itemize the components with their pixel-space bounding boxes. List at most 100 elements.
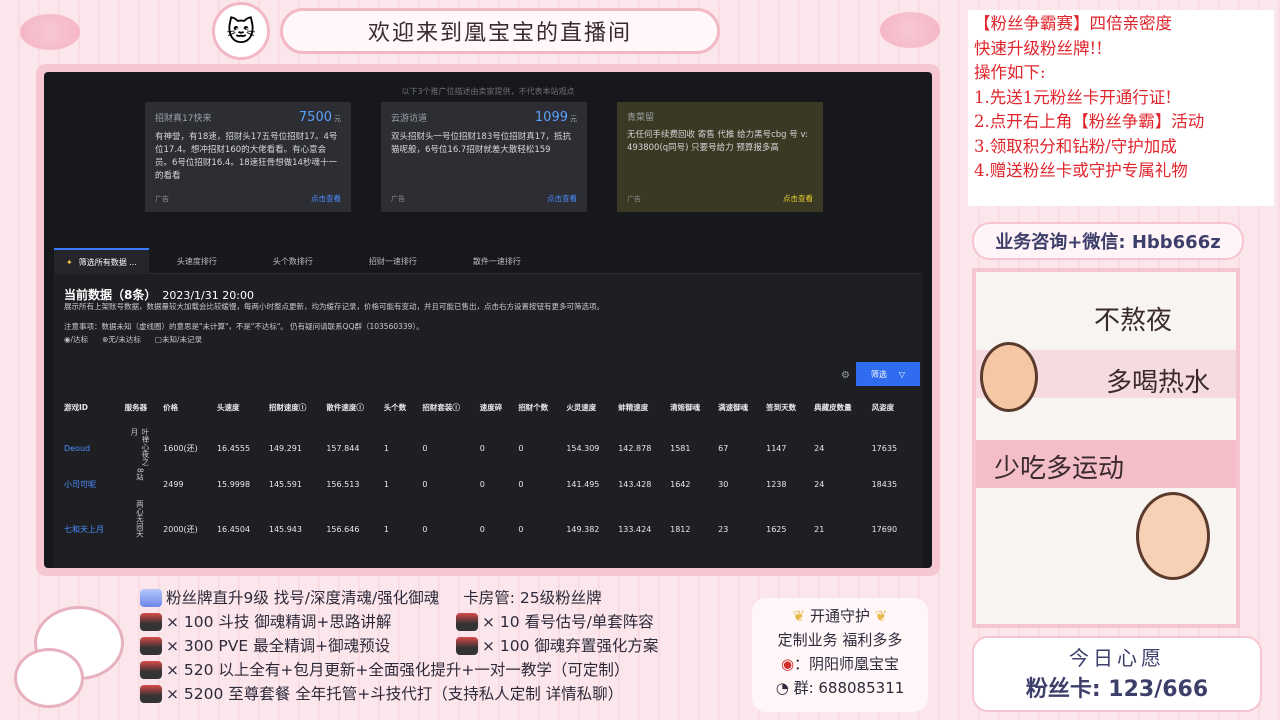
cell: 133.424: [618, 524, 652, 534]
notice-text: 注意事项：数据未知（虚线圈）的意思是"未计算"，不是"不达标"。 仍有疑问请联系…: [64, 322, 424, 331]
promo-line: 操作如下:: [974, 63, 1046, 82]
column-header[interactable]: 签到天数: [762, 386, 810, 428]
column-header[interactable]: 蚌精速度: [614, 386, 666, 428]
mascot: [4, 596, 140, 714]
welcome-banner: 欢迎来到凰宝宝的直播间: [280, 8, 720, 54]
column-header[interactable]: 头个数: [380, 386, 419, 428]
ad-tag: 广告: [627, 195, 641, 203]
ad-tag: 广告: [155, 195, 169, 203]
guard-qq: ◔ 群: 688085311: [775, 679, 905, 697]
ad-card[interactable]: 招财真17快来 7500 元 有神誉，有18速，招财头17五号位招财17。4号位1…: [145, 102, 351, 212]
promo-line: 4.赠送粉丝卡或守护专属礼物: [974, 161, 1188, 180]
doll-illustration: [1136, 492, 1210, 580]
gear-icon[interactable]: ⚙: [841, 370, 850, 381]
account-id[interactable]: 七和天上月: [60, 500, 121, 558]
cell: 21: [814, 524, 825, 534]
avatar: 🐱: [212, 2, 270, 60]
column-header[interactable]: 服务器: [121, 386, 160, 428]
service-row: × 100 斗技 御魂精调+思路讲解 × 10 看号估号/单套阵容: [140, 610, 698, 634]
cell: 143.428: [618, 479, 652, 489]
decor-photo: 不熬夜 多喝热水 少吃多运动: [972, 268, 1240, 628]
cell: 1: [383, 479, 389, 489]
bow-decoration: [880, 12, 940, 48]
daily-wish: 今日心愿 粉丝卡: 123/666: [972, 636, 1262, 712]
table-row[interactable]: Deoud 叶禅心夜之月 1600(还) 16.4555 149.291 157…: [60, 428, 910, 468]
gift-icon: [140, 685, 162, 703]
gift-icon: [140, 613, 162, 631]
service-text: 卡房管: 25级粉丝牌: [463, 589, 602, 607]
photo-text: 多喝热水: [1106, 368, 1211, 398]
column-header[interactable]: 满速御魂: [714, 386, 762, 428]
ad-price: 1099 元: [534, 110, 577, 125]
gift-icon: [456, 637, 478, 655]
game-window-frame: 以下3个推广位描述由卖家提供，不代表本站观点 招财真17快来 7500 元 有神誉…: [36, 64, 940, 576]
cell: 145.943: [268, 524, 302, 534]
ad-text: 双头招财头一号位招财183号位招财真17，抵抗猫呢般，6号位16.7招财就差大散…: [391, 132, 572, 155]
column-header[interactable]: 游戏ID: [60, 386, 121, 428]
service-row: × 5200 至尊套餐 全年托管+斗技代打（支持私人定制 详情私聊）: [140, 682, 698, 706]
table-row[interactable]: 七和天上月 两心无间天 2000(还) 16.4504 145.943 156.…: [60, 500, 910, 558]
service-text: × 10 看号估号/单套阵容: [482, 613, 654, 631]
column-header[interactable]: 散件速度ⓘ: [322, 386, 379, 428]
ad-text: 有神誉，有18速，招财头17五号位招财17。4号位17.4。想冲招财160的大佬…: [155, 132, 338, 181]
cell: 67: [718, 443, 729, 453]
tab-sanjian-speed[interactable]: 散件一速排行: [445, 248, 549, 274]
column-header[interactable]: 风姿度: [868, 386, 910, 428]
price: 2499: [163, 479, 184, 489]
services-list: 粉丝牌直升9级 找号/深度清魂/强化御魂 卡房管: 25级粉丝牌 × 100 斗…: [140, 586, 698, 714]
tab-head-count[interactable]: 头个数排行: [245, 248, 341, 274]
guard-weibo: ◉：阴阳师凰宝宝: [780, 655, 900, 673]
ad-name: 招财真17快来: [155, 114, 212, 124]
game-window: 以下3个推广位描述由卖家提供，不代表本站观点 招财真17快来 7500 元 有神誉…: [44, 72, 932, 568]
ad-view-link[interactable]: 点击查看: [311, 193, 341, 204]
column-header[interactable]: 清姬御魂: [666, 386, 714, 428]
table-row[interactable]: 小司可呢 8站 2499 15.9998 145.591 156.513 1 0…: [60, 468, 910, 500]
column-header[interactable]: 典藏皮数量: [810, 386, 867, 428]
cell: 0: [518, 479, 524, 489]
ad-card[interactable]: 云游访道 1099 元 双头招财头一号位招财183号位招财真17，抵抗猫呢般，6号…: [381, 102, 587, 212]
promo-line: 3.领取积分和钻粉/守护加成: [974, 136, 1177, 156]
cell: 0: [518, 524, 524, 534]
cell: 15.9998: [216, 479, 251, 489]
business-contact: 业务咨询+微信: Hbb666z: [972, 222, 1244, 260]
column-header[interactable]: 价格: [159, 386, 213, 428]
service-text: × 5200 至尊套餐 全年托管+斗技代打（支持私人定制 详情私聊）: [166, 685, 624, 703]
cell: 1625: [766, 524, 787, 534]
column-header[interactable]: 招财个数: [514, 386, 562, 428]
service-text: × 100 斗技 御魂精调+思路讲解: [166, 613, 392, 631]
cell: 17690: [871, 524, 898, 534]
column-header[interactable]: 火灵速度: [562, 386, 614, 428]
price: 2000(还): [163, 524, 198, 534]
legend: ◉/达标 ⊗无/未达标 ▢未知/未记录: [64, 334, 202, 345]
ad-card[interactable]: 青菜留 无任何手续费回收 寄售 代推 给力黑号cbg 号 v: 493800(q…: [617, 102, 823, 212]
ad-view-link[interactable]: 点击查看: [547, 193, 577, 204]
cell: 149.382: [566, 524, 600, 534]
ad-notice: 以下3个推广位描述由卖家提供，不代表本站观点: [401, 87, 575, 96]
wish-title: 今日心愿: [1069, 646, 1165, 670]
service-text: × 100 御魂弃置强化方案: [482, 637, 659, 655]
column-header[interactable]: 头速度: [213, 386, 265, 428]
ad-price: 7500 元: [298, 110, 341, 125]
account-id[interactable]: Deoud: [60, 428, 121, 468]
service-text: × 300 PVE 最全精调+御魂预设: [166, 637, 391, 655]
funnel-icon: ▽: [898, 369, 906, 379]
service-text: 粉丝牌直升9级 找号/深度清魂/强化御魂: [166, 589, 440, 607]
column-header[interactable]: 速度碎: [476, 386, 515, 428]
gift-icon: [140, 661, 162, 679]
cell: 0: [422, 479, 428, 489]
account-id[interactable]: 小司可呢: [60, 468, 121, 500]
cell: 1642: [670, 479, 691, 489]
badge-icon: [140, 589, 162, 607]
column-header[interactable]: 招财套装ⓘ: [418, 386, 475, 428]
cell: 1812: [670, 524, 691, 534]
filter-button[interactable]: 筛选 ▽: [856, 362, 920, 386]
legend-unknown: ▢未知/未记录: [154, 335, 203, 344]
tab-head-speed[interactable]: 头速度排行: [149, 248, 245, 274]
column-header[interactable]: 招财速度ⓘ: [265, 386, 322, 428]
data-panel: 当前数据（8条） 2023/1/31 20:00 展示所有上架账号数据，数据量较大…: [54, 274, 922, 568]
tab-all-data[interactable]: ✦ 筛选所有数据 ...: [54, 248, 149, 274]
cell: 24: [814, 443, 825, 453]
ad-view-link[interactable]: 点击查看: [783, 193, 813, 204]
fan-contest-promo: 【粉丝争霸赛】四倍亲密度 快速升级粉丝牌!! 操作如下: 1.先送1元粉丝卡开通…: [968, 10, 1274, 206]
tab-zhaocai-speed[interactable]: 招财一速排行: [341, 248, 445, 274]
